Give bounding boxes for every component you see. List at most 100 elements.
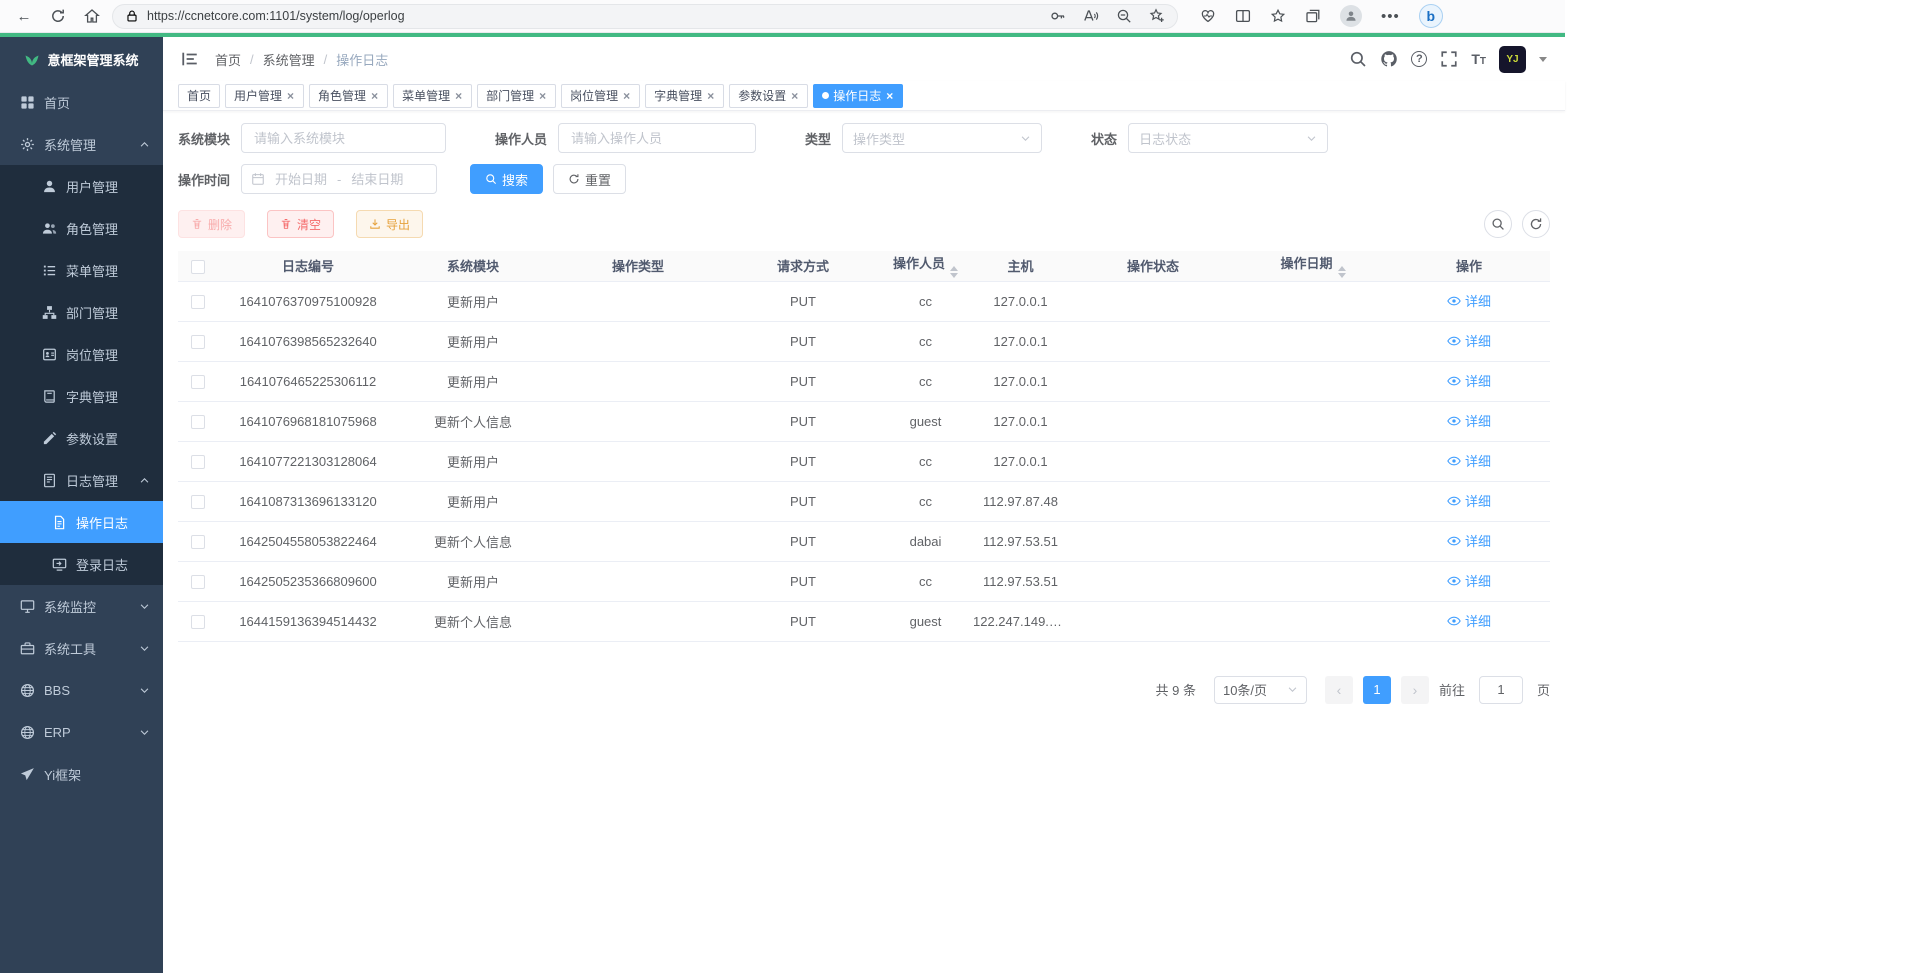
detail-link[interactable]: 详细: [1447, 411, 1491, 430]
avatar-dropdown-caret[interactable]: [1539, 57, 1547, 66]
page-number-1[interactable]: 1: [1363, 676, 1391, 704]
sidebar-item-system-tools[interactable]: 系统工具: [0, 627, 163, 669]
sort-icons[interactable]: [950, 266, 958, 278]
sidebar-item-dept-management[interactable]: 部门管理: [0, 291, 163, 333]
favorites-icon[interactable]: [1270, 8, 1286, 24]
collapse-sidebar-button[interactable]: [181, 50, 199, 68]
sort-icons[interactable]: [1338, 266, 1346, 278]
sidebar-item-menu-management[interactable]: 菜单管理: [0, 249, 163, 291]
row-checkbox[interactable]: [191, 455, 205, 469]
help-icon[interactable]: ?: [1411, 51, 1427, 67]
browser-essentials-icon[interactable]: [1200, 8, 1216, 24]
table-row[interactable]: 1641076465225306112 更新用户 PUT cc 127.0.0.…: [178, 361, 1550, 401]
tab-param-settings[interactable]: 参数设置 ×: [729, 84, 808, 108]
breadcrumb-home[interactable]: 首页: [215, 50, 241, 69]
tab-user-management[interactable]: 用户管理 ×: [225, 84, 304, 108]
sidebar-item-user-management[interactable]: 用户管理: [0, 165, 163, 207]
address-bar[interactable]: https://ccnetcore.com:1101/system/log/op…: [112, 4, 1178, 29]
date-range-picker[interactable]: -: [241, 164, 437, 194]
select-all-checkbox[interactable]: [191, 260, 205, 274]
table-row[interactable]: 1641076398565232640 更新用户 PUT cc 127.0.0.…: [178, 321, 1550, 361]
close-tab-icon[interactable]: ×: [286, 90, 295, 102]
row-checkbox[interactable]: [191, 575, 205, 589]
header-search-icon[interactable]: [1349, 50, 1367, 68]
read-aloud-icon[interactable]: [1083, 8, 1099, 24]
table-row[interactable]: 1644159136394514432 更新个人信息 PUT guest 122…: [178, 601, 1550, 641]
sidebar-item-dict-management[interactable]: 字典管理: [0, 375, 163, 417]
tab-home[interactable]: 首页: [178, 84, 220, 108]
font-size-icon[interactable]: TT: [1471, 51, 1486, 67]
tab-dict-management[interactable]: 字典管理 ×: [645, 84, 724, 108]
export-button[interactable]: 导出: [356, 210, 423, 238]
detail-link[interactable]: 详细: [1447, 371, 1491, 390]
site-security-icon[interactable]: [125, 9, 139, 23]
zoom-out-icon[interactable]: [1116, 8, 1132, 24]
sidebar-item-system-monitor[interactable]: 系统监控: [0, 585, 163, 627]
tab-dept-management[interactable]: 部门管理 ×: [477, 84, 556, 108]
bing-copilot-icon[interactable]: b: [1419, 4, 1443, 28]
table-row[interactable]: 1641076370975100928 更新用户 PUT cc 127.0.0.…: [178, 281, 1550, 321]
page-size-select[interactable]: 10条/页: [1214, 676, 1307, 704]
github-icon[interactable]: [1380, 50, 1398, 68]
sidebar-item-log-management[interactable]: 日志管理: [0, 459, 163, 501]
row-checkbox[interactable]: [191, 295, 205, 309]
split-screen-icon[interactable]: [1235, 8, 1251, 24]
row-checkbox[interactable]: [191, 375, 205, 389]
sidebar-item-system-management[interactable]: 系统管理: [0, 123, 163, 165]
sidebar-item-param-settings[interactable]: 参数设置: [0, 417, 163, 459]
detail-link[interactable]: 详细: [1447, 451, 1491, 470]
row-checkbox[interactable]: [191, 535, 205, 549]
row-checkbox[interactable]: [191, 335, 205, 349]
detail-link[interactable]: 详细: [1447, 571, 1491, 590]
tab-post-management[interactable]: 岗位管理 ×: [561, 84, 640, 108]
table-row[interactable]: 1642505235366809600 更新用户 PUT cc 112.97.5…: [178, 561, 1550, 601]
prev-page-button[interactable]: ‹: [1325, 676, 1353, 704]
sidebar-item-post-management[interactable]: 岗位管理: [0, 333, 163, 375]
tab-role-management[interactable]: 角色管理 ×: [309, 84, 388, 108]
operator-filter-input[interactable]: [558, 123, 756, 153]
browser-back-button[interactable]: ←: [10, 3, 38, 29]
search-button[interactable]: 搜索: [470, 164, 543, 194]
saved-password-icon[interactable]: [1050, 8, 1066, 24]
row-checkbox[interactable]: [191, 615, 205, 629]
browser-menu-icon[interactable]: •••: [1381, 8, 1400, 25]
module-filter-input[interactable]: [241, 123, 446, 153]
table-row[interactable]: 1641076968181075968 更新个人信息 PUT guest 127…: [178, 401, 1550, 441]
browser-refresh-button[interactable]: [44, 3, 72, 29]
table-search-toggle-button[interactable]: [1484, 210, 1512, 238]
close-tab-icon[interactable]: ×: [885, 90, 894, 102]
detail-link[interactable]: 详细: [1447, 491, 1491, 510]
close-tab-icon[interactable]: ×: [790, 90, 799, 102]
sidebar-item-role-management[interactable]: 角色管理: [0, 207, 163, 249]
end-date-input[interactable]: [346, 172, 408, 187]
row-checkbox[interactable]: [191, 415, 205, 429]
collections-icon[interactable]: [1305, 8, 1321, 24]
table-row[interactable]: 1641087313696133120 更新用户 PUT cc 112.97.8…: [178, 481, 1550, 521]
start-date-input[interactable]: [270, 172, 332, 187]
add-favorite-icon[interactable]: [1149, 8, 1165, 24]
sidebar-item-bbs[interactable]: BBS: [0, 669, 163, 711]
detail-link[interactable]: 详细: [1447, 531, 1491, 550]
sidebar-item-login-log[interactable]: 登录日志: [0, 543, 163, 585]
sidebar-item-operation-log[interactable]: 操作日志: [0, 501, 163, 543]
sidebar-item-erp[interactable]: ERP: [0, 711, 163, 753]
status-filter-select[interactable]: 日志状态: [1128, 123, 1328, 153]
close-tab-icon[interactable]: ×: [538, 90, 547, 102]
detail-link[interactable]: 详细: [1447, 331, 1491, 350]
tab-menu-management[interactable]: 菜单管理 ×: [393, 84, 472, 108]
detail-link[interactable]: 详细: [1447, 611, 1491, 630]
tab-operation-log[interactable]: 操作日志 ×: [813, 84, 903, 108]
sidebar-item-home[interactable]: 首页: [0, 81, 163, 123]
close-tab-icon[interactable]: ×: [622, 90, 631, 102]
table-refresh-button[interactable]: [1522, 210, 1550, 238]
col-header-operator[interactable]: 操作人员: [878, 251, 973, 281]
close-tab-icon[interactable]: ×: [706, 90, 715, 102]
browser-profile-avatar[interactable]: [1340, 5, 1362, 27]
table-row[interactable]: 1642504558053822464 更新个人信息 PUT dabai 112…: [178, 521, 1550, 561]
next-page-button[interactable]: ›: [1401, 676, 1429, 704]
reset-button[interactable]: 重置: [553, 164, 626, 194]
row-checkbox[interactable]: [191, 495, 205, 509]
close-tab-icon[interactable]: ×: [454, 90, 463, 102]
clear-button[interactable]: 清空: [267, 210, 334, 238]
close-tab-icon[interactable]: ×: [370, 90, 379, 102]
